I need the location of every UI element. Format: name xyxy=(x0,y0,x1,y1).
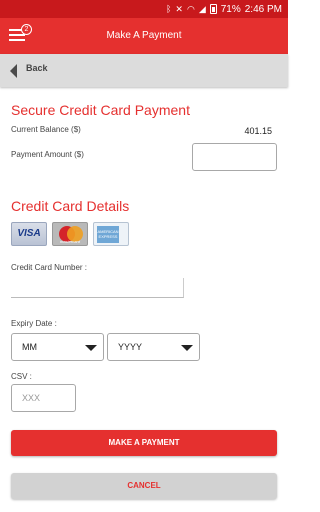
current-balance-value: 401.15 xyxy=(244,126,272,136)
amex-logo: AMERICAN EXPRESS xyxy=(93,222,129,246)
menu-button[interactable]: 2 xyxy=(9,24,32,45)
amex-logo-text: AMERICAN EXPRESS xyxy=(97,229,119,239)
card-details-heading: Credit Card Details xyxy=(11,198,130,214)
csv-label: CSV : xyxy=(11,372,32,381)
back-arrow-icon xyxy=(10,64,17,78)
card-number-input[interactable] xyxy=(11,278,184,298)
expiry-month-value: MM xyxy=(22,342,37,352)
expiry-year-select[interactable]: YYYY xyxy=(107,333,200,361)
app-bar: Make A Payment 2 xyxy=(0,18,288,54)
expiry-date-label: Expiry Date : xyxy=(11,319,57,328)
mastercard-logo-text: mastercard xyxy=(59,239,80,244)
visa-logo: VISA xyxy=(11,222,47,246)
notification-badge: 2 xyxy=(21,24,32,35)
current-balance-label: Current Balance ($) xyxy=(11,125,81,134)
mute-icon: ✕ xyxy=(175,3,183,14)
expiry-year-value: YYYY xyxy=(118,342,143,352)
bluetooth-icon: ᛒ xyxy=(166,3,172,14)
payment-amount-input[interactable] xyxy=(192,143,277,171)
clock: 2:46 PM xyxy=(244,3,282,15)
wifi-icon: ◠ xyxy=(186,3,195,14)
battery-level: 71% xyxy=(220,3,241,15)
dropdown-arrow-icon xyxy=(181,345,193,351)
battery-icon xyxy=(209,4,217,14)
visa-logo-text: VISA xyxy=(17,228,41,239)
page-title: Make A Payment xyxy=(106,30,182,41)
payment-amount-label: Payment Amount ($) xyxy=(11,150,84,159)
back-label: Back xyxy=(26,63,48,73)
make-payment-button[interactable]: MAKE A PAYMENT xyxy=(11,430,277,456)
back-button[interactable]: Back xyxy=(0,54,288,87)
expiry-month-select[interactable]: MM xyxy=(11,333,104,361)
card-number-label: Credit Card Number : xyxy=(11,263,88,272)
amex-logo-panel: AMERICAN EXPRESS xyxy=(97,226,119,243)
dropdown-arrow-icon xyxy=(85,345,97,351)
csv-input[interactable] xyxy=(11,384,76,412)
hamburger-line xyxy=(9,39,25,41)
status-bar: ᛒ ✕ ◠ ◢ 71% 2:46 PM xyxy=(0,0,288,18)
mastercard-logo: mastercard xyxy=(52,222,88,246)
secure-payment-heading: Secure Credit Card Payment xyxy=(11,102,190,118)
signal-icon: ◢ xyxy=(198,3,206,14)
cancel-button[interactable]: CANCEL xyxy=(11,473,277,499)
hamburger-line xyxy=(9,34,25,36)
